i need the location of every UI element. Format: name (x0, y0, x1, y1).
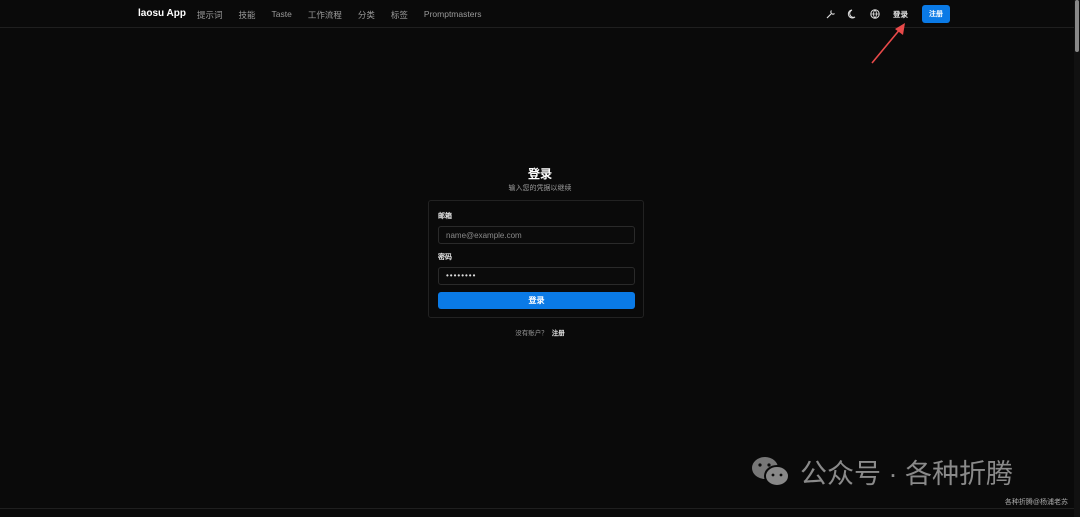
scrollbar-thumb[interactable] (1075, 0, 1079, 52)
moon-icon[interactable] (847, 8, 859, 20)
wechat-logo-icon (752, 456, 790, 487)
top-nav: laosu App 提示词 技能 Taste 工作流程 分类 标签 Prompt… (0, 0, 1080, 28)
nav-link-prompts[interactable]: 提示词 (197, 9, 223, 21)
register-link[interactable]: 注册 (552, 330, 565, 337)
divider (0, 508, 1074, 509)
nav-link-skills[interactable]: 技能 (239, 9, 256, 21)
nav-link-promptmasters[interactable]: Promptmasters (424, 9, 482, 21)
login-card: 邮箱 密码 •••••••• 登录 (428, 200, 644, 318)
page-title: 登录 (527, 167, 552, 181)
brand-logo[interactable]: laosu App (138, 8, 186, 19)
signup-prompt: 没有账户？ 注册 (0, 327, 1080, 337)
nav-link-workflows[interactable]: 工作流程 (308, 9, 342, 21)
globe-icon[interactable] (869, 8, 881, 20)
nav-links: 提示词 技能 Taste 工作流程 分类 标签 Promptmasters (197, 9, 482, 21)
nav-link-categories[interactable]: 分类 (358, 9, 375, 21)
password-input[interactable]: •••••••• (438, 267, 635, 285)
login-submit-button[interactable]: 登录 (438, 292, 635, 309)
wrench-icon[interactable] (825, 8, 837, 20)
no-account-text: 没有账户？ (515, 330, 548, 337)
watermark-text: 公众号 · 各种折腾 (800, 459, 1013, 489)
register-button[interactable]: 注册 (922, 5, 950, 23)
email-input[interactable] (438, 226, 635, 244)
annotation-arrow-icon (871, 23, 905, 64)
scrollbar[interactable] (1074, 0, 1080, 517)
watermark: 公众号 · 各种折腾 (750, 452, 1013, 491)
watermark-credit: 各种折腾@杨浦老苏 (1004, 499, 1068, 506)
password-label: 密码 (438, 254, 452, 261)
nav-link-tags[interactable]: 标签 (391, 9, 408, 21)
email-label: 邮箱 (438, 213, 452, 220)
login-link[interactable]: 登录 (893, 9, 908, 20)
nav-link-taste[interactable]: Taste (272, 9, 292, 21)
page-subtitle: 输入您的凭据以继续 (508, 185, 572, 192)
